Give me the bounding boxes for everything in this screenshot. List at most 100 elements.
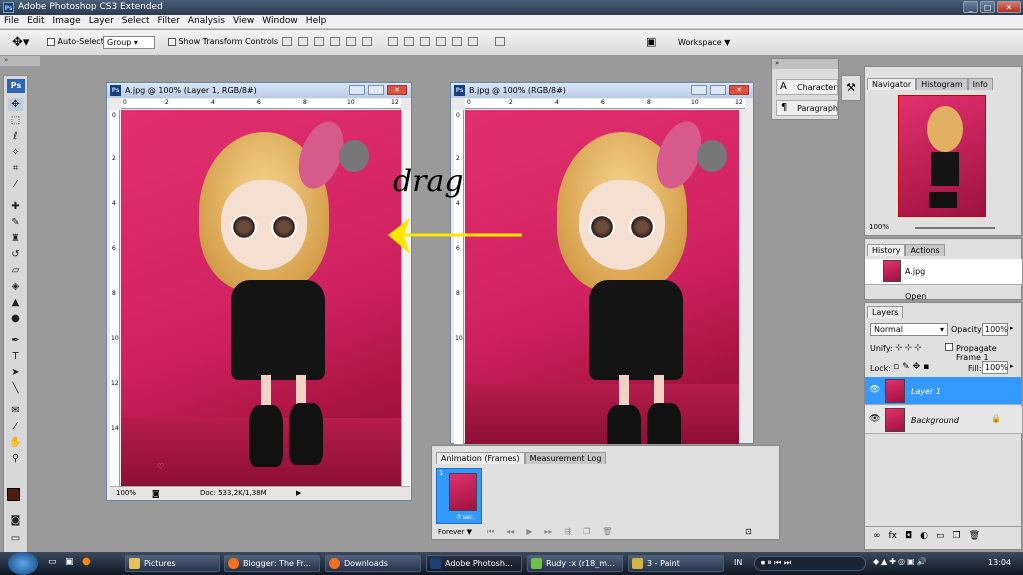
navigator-zoom-slider[interactable] — [915, 227, 995, 229]
taskbar-item-paint[interactable]: 3 - Paint — [628, 555, 724, 572]
fill-input[interactable]: 100% — [982, 361, 1008, 374]
adjustment-layer-icon[interactable]: ◐ — [920, 531, 928, 546]
brush-tool-icon[interactable]: ✎ — [8, 216, 23, 229]
pen-tool-icon[interactable]: ✒ — [8, 334, 23, 347]
eyedropper2-icon[interactable]: ⁄ — [8, 420, 23, 433]
system-tray-icons[interactable]: ◆▲✚◎▣🔊 — [873, 557, 929, 566]
blur-tool-icon[interactable]: ▲ — [8, 296, 23, 309]
doc-a-status-menu-icon[interactable]: ◙ — [152, 487, 160, 500]
crop-tool-icon[interactable]: ⌗ — [8, 162, 23, 175]
delete-frame-icon[interactable]: 🗑 — [602, 527, 612, 537]
eraser-tool-icon[interactable]: ▱ — [8, 264, 23, 277]
close-button[interactable]: ✕ — [997, 1, 1021, 13]
notes-tool-icon[interactable]: ✉ — [8, 404, 23, 417]
layer-visibility-eye-icon[interactable]: 👁 — [869, 414, 880, 424]
taskbar-item-pictures[interactable]: Pictures — [125, 555, 220, 572]
distribute-right-icon[interactable] — [468, 37, 478, 46]
next-frame-icon[interactable]: ▸▸ — [544, 527, 552, 537]
tab-animation-frames[interactable]: Animation (Frames) — [436, 452, 525, 464]
align-vcenter-icon[interactable] — [298, 37, 308, 46]
hand-tool-icon[interactable]: ✋ — [8, 436, 23, 449]
new-group-icon[interactable]: ▭ — [936, 531, 945, 546]
menu-window[interactable]: Window — [258, 15, 302, 26]
frame-delay[interactable]: 0 sec. — [457, 514, 475, 521]
taskbar-item-photoshop[interactable]: Adobe Photosh... — [426, 555, 522, 572]
clock[interactable]: 13:04 — [988, 558, 1011, 567]
tab-measurement-log[interactable]: Measurement Log — [524, 452, 607, 464]
new-layer-icon[interactable]: ❐ — [953, 531, 961, 546]
doc-b-close-button[interactable]: ✕ — [729, 85, 749, 95]
workspace-menu[interactable]: Workspace ▼ — [678, 38, 730, 47]
transform-controls-checkbox[interactable] — [168, 37, 176, 46]
distribute-hcenter-icon[interactable] — [452, 37, 462, 46]
bridge-icon[interactable]: ▣ — [646, 35, 656, 48]
menu-edit[interactable]: Edit — [23, 15, 48, 26]
doc-a-maximize-button[interactable] — [368, 85, 384, 95]
paint-bucket-icon[interactable]: ◈ — [8, 280, 23, 293]
switch-windows-icon[interactable]: ▣ — [65, 557, 74, 567]
align-top-icon[interactable] — [282, 37, 292, 46]
layer-style-icon[interactable]: fx — [889, 531, 898, 546]
tab-navigator[interactable]: Navigator — [867, 78, 917, 90]
blend-mode-dropdown[interactable]: Normal ▾ — [870, 323, 948, 336]
tab-actions[interactable]: Actions — [905, 244, 945, 256]
auto-align-icon[interactable] — [495, 37, 505, 46]
align-hcenter-icon[interactable] — [346, 37, 356, 46]
minimize-button[interactable]: _ — [963, 1, 978, 13]
propagate-frame-checkbox[interactable] — [945, 343, 953, 351]
dodge-tool-icon[interactable]: ● — [8, 312, 23, 325]
add-mask-icon[interactable]: ◘ — [905, 531, 912, 546]
doc-a-status-arrow-icon[interactable]: ▶ — [296, 487, 301, 500]
type-tool-icon[interactable]: T — [8, 350, 23, 363]
opacity-input[interactable]: 100% — [982, 323, 1008, 336]
start-button[interactable] — [8, 552, 38, 575]
auto-select-checkbox[interactable] — [47, 37, 55, 46]
history-state-row[interactable]: Open — [865, 289, 1022, 301]
magic-wand-icon[interactable]: ✧ — [8, 146, 23, 159]
maximize-button[interactable]: □ — [980, 1, 995, 13]
navigator-zoom[interactable]: 100% — [869, 223, 889, 231]
menu-analysis[interactable]: Analysis — [184, 15, 229, 26]
distribute-top-icon[interactable] — [388, 37, 398, 46]
layer-row-layer1[interactable]: 👁 Layer 1 — [865, 377, 1022, 405]
menu-select[interactable]: Select — [118, 15, 154, 26]
tool-presets-panel-button[interactable]: ⚒ — [841, 75, 861, 101]
menu-filter[interactable]: Filter — [154, 15, 184, 26]
doc-a-titlebar[interactable]: Ps A.jpg @ 100% (Layer 1, RGB/8#) ✕ — [107, 83, 411, 98]
auto-select-dropdown[interactable]: Group ▾ — [103, 36, 155, 49]
taskbar-item-downloads[interactable]: Downloads — [325, 555, 421, 572]
clone-stamp-icon[interactable]: ♜ — [8, 232, 23, 245]
toolbox-collapse[interactable]: » — [0, 56, 40, 66]
taskbar-item-rudy[interactable]: Rudy :x (r18_m... — [527, 555, 623, 572]
fill-slider-arrow-icon[interactable]: ▸ — [1010, 362, 1014, 370]
show-desktop-icon[interactable]: ▭ — [48, 557, 57, 567]
taskbar-item-blogger[interactable]: Blogger: The Fr... — [224, 555, 320, 572]
link-layers-icon[interactable]: ∞ — [873, 531, 881, 546]
doc-a-canvas-photo[interactable]: ♡ — [121, 110, 401, 486]
align-right-icon[interactable] — [362, 37, 372, 46]
align-left-icon[interactable] — [330, 37, 340, 46]
tween-icon[interactable]: ⇶ — [564, 527, 571, 537]
doc-a-zoom[interactable]: 100% — [116, 487, 136, 500]
quick-mask-icon[interactable]: ◙ — [8, 514, 23, 527]
prev-frame-icon[interactable]: ◂◂ — [506, 527, 514, 537]
screen-mode-icon[interactable]: ▭ — [8, 532, 23, 545]
opacity-slider-arrow-icon[interactable]: ▸ — [1010, 324, 1014, 332]
unify-icons[interactable]: ⊹⊹⊹ — [895, 343, 924, 353]
navigator-preview-thumbnail[interactable] — [898, 95, 986, 217]
firefox-quicklaunch-icon[interactable]: ● — [82, 556, 91, 567]
move-tool-icon[interactable]: ✥ — [8, 98, 23, 111]
layer-row-background[interactable]: 👁 Background 🔒 — [865, 406, 1022, 434]
delete-layer-icon[interactable]: 🗑 — [969, 531, 980, 546]
tab-histogram[interactable]: Histogram — [916, 78, 968, 90]
history-brush-icon[interactable]: ↺ — [8, 248, 23, 261]
tab-history[interactable]: History — [867, 244, 906, 256]
language-indicator[interactable]: IN — [734, 558, 742, 567]
marquee-tool-icon[interactable]: ⬚ — [8, 114, 23, 127]
character-panel-button[interactable]: A Character — [776, 79, 838, 95]
distribute-bottom-icon[interactable] — [420, 37, 430, 46]
tab-layers[interactable]: Layers — [867, 306, 904, 318]
menu-help[interactable]: Help — [302, 15, 331, 26]
zoom-tool-icon[interactable]: ⚲ — [8, 452, 23, 465]
paragraph-panel-button[interactable]: ¶ Paragraph — [776, 100, 838, 116]
